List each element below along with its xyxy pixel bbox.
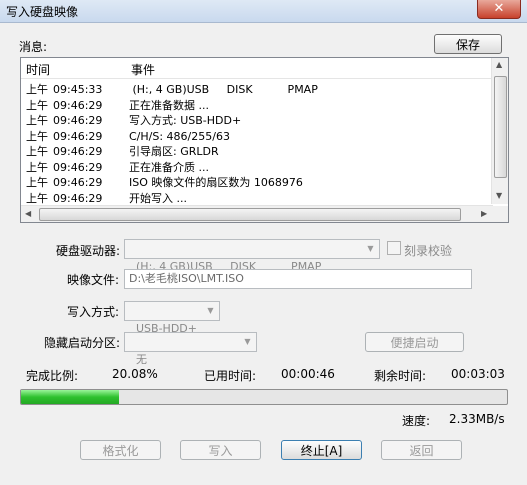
close-button[interactable]: ✕ bbox=[477, 0, 521, 19]
horizontal-scroll-thumb[interactable] bbox=[39, 208, 461, 221]
scroll-right-icon[interactable]: ▶ bbox=[481, 209, 487, 218]
write-mode-label: 写入方式: bbox=[67, 305, 120, 319]
log-event: 引导扇区: GRLDR bbox=[129, 145, 219, 158]
drive-select[interactable]: (H:, 4 GB)USB DISK PMAP ▼ bbox=[124, 239, 380, 273]
hidden-partition-select[interactable]: 无 ▼ bbox=[124, 332, 257, 366]
window-title: 写入硬盘映像 bbox=[6, 5, 79, 19]
log-ampm: 上午 bbox=[26, 83, 48, 96]
log-ampm: 上午 bbox=[26, 129, 48, 143]
image-file-field[interactable]: D:\老毛桃ISO\LMT.ISO bbox=[124, 269, 472, 289]
log-time: 09:46:29 bbox=[53, 176, 103, 189]
back-button[interactable]: 返回 bbox=[381, 440, 462, 460]
log-event: 写入方式: USB-HDD+ bbox=[129, 114, 242, 127]
log-ampm: 上午 bbox=[26, 98, 48, 112]
log-event: 开始写入 ... bbox=[129, 191, 187, 205]
log-vertical-scrollbar[interactable]: ▲ ▼ bbox=[491, 58, 508, 204]
log-time: 09:46:29 bbox=[53, 160, 103, 174]
log-time: 09:45:33 bbox=[53, 83, 103, 96]
write-mode-select[interactable]: USB-HDD+ ▼ bbox=[124, 301, 220, 335]
elapsed-time-label: 已用时间: bbox=[204, 369, 257, 383]
title-bar: 写入硬盘映像 ✕ bbox=[0, 0, 527, 23]
log-event: (H:, 4 GB)USB DISK PMAP bbox=[129, 83, 318, 96]
log-event: 正在准备数据 ... bbox=[129, 98, 209, 112]
remaining-time-label: 剩余时间: bbox=[374, 369, 427, 383]
speed-value: 2.33MB/s bbox=[449, 412, 505, 426]
drive-label: 硬盘驱动器: bbox=[56, 244, 121, 258]
log-time: 09:46:29 bbox=[53, 191, 103, 205]
log-event: C/H/S: 486/255/63 bbox=[129, 129, 230, 143]
log-ampm: 上午 bbox=[26, 160, 48, 174]
scroll-down-icon[interactable]: ▼ bbox=[496, 191, 502, 200]
complete-ratio-label: 完成比例: bbox=[26, 369, 79, 383]
quick-boot-button[interactable]: 便捷启动 bbox=[365, 332, 464, 352]
log-time: 09:46:29 bbox=[53, 129, 103, 143]
speed-label: 速度: bbox=[402, 414, 431, 428]
chevron-down-icon[interactable]: ▼ bbox=[362, 240, 379, 258]
log-ampm: 上午 bbox=[26, 191, 48, 205]
log-time: 09:46:29 bbox=[53, 114, 103, 127]
verify-label: 刻录校验 bbox=[404, 244, 453, 258]
format-button[interactable]: 格式化 bbox=[80, 440, 161, 460]
log-time: 09:46:29 bbox=[53, 145, 103, 158]
log-ampm: 上午 bbox=[26, 114, 48, 127]
column-header-time[interactable]: 时间 bbox=[26, 61, 50, 78]
image-file-label: 映像文件: bbox=[67, 273, 120, 287]
chevron-down-icon[interactable]: ▼ bbox=[202, 302, 219, 320]
hidden-partition-label: 隐藏启动分区: bbox=[44, 336, 121, 350]
remaining-time-value: 00:03:03 bbox=[451, 367, 505, 381]
hidden-partition-value: 无 bbox=[136, 353, 147, 366]
close-icon: ✕ bbox=[493, 1, 505, 16]
verify-checkbox[interactable] bbox=[387, 241, 401, 255]
complete-ratio-value: 20.08% bbox=[112, 367, 158, 381]
messages-label: 消息: bbox=[19, 40, 48, 54]
log-horizontal-scrollbar[interactable]: ◀ ▶ bbox=[21, 205, 493, 222]
vertical-scroll-thumb[interactable] bbox=[494, 76, 507, 178]
column-header-event[interactable]: 事件 bbox=[131, 61, 155, 78]
scroll-corner bbox=[492, 206, 508, 222]
log-time: 09:46:29 bbox=[53, 98, 103, 112]
log-event: ISO 映像文件的扇区数为 1068976 bbox=[129, 176, 303, 189]
log-header: 时间 事件 bbox=[21, 58, 493, 79]
stop-button[interactable]: 终止[A] bbox=[281, 440, 362, 460]
scroll-left-icon[interactable]: ◀ bbox=[25, 209, 31, 218]
elapsed-time-value: 00:00:46 bbox=[281, 367, 335, 381]
chevron-down-icon[interactable]: ▼ bbox=[239, 333, 256, 351]
progress-fill bbox=[21, 390, 119, 404]
log-ampm: 上午 bbox=[26, 176, 48, 189]
log-event: 正在准备介质 ... bbox=[129, 160, 209, 174]
write-progress-bar bbox=[20, 389, 508, 405]
save-button[interactable]: 保存 bbox=[434, 34, 502, 54]
write-button[interactable]: 写入 bbox=[180, 440, 261, 460]
message-log[interactable]: 时间 事件 上午 09:45:33 (H:, 4 GB)USB DISK PMAP… bbox=[20, 57, 509, 223]
log-ampm: 上午 bbox=[26, 145, 48, 158]
scroll-up-icon[interactable]: ▲ bbox=[496, 60, 502, 69]
